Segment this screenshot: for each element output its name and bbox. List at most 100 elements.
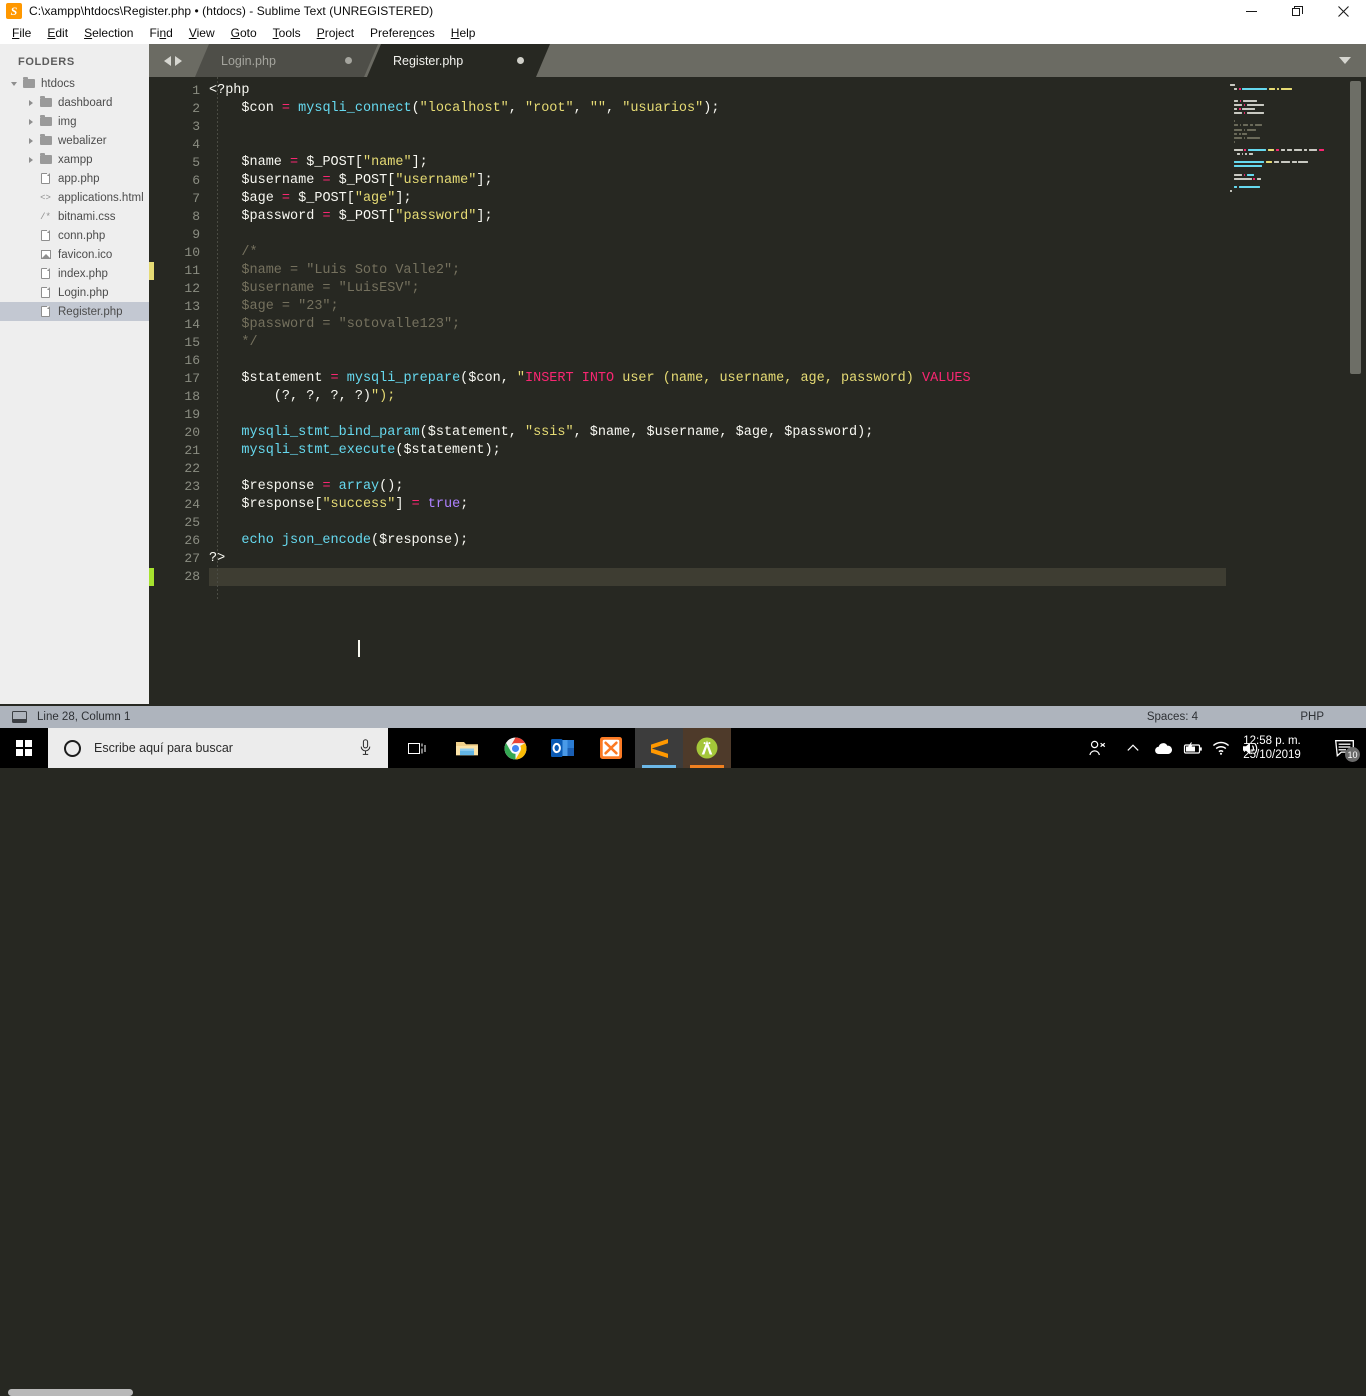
toggle-console-icon[interactable] xyxy=(12,711,27,723)
code-editor-area[interactable]: 1 2 3 4 5 6 7 8 9 10 11 12 13 14 15 16 17 18 19 20 21 22 23 24 2… xyxy=(149,77,1366,706)
next-tab-icon[interactable] xyxy=(175,55,182,66)
tab-dirty-indicator[interactable] xyxy=(517,57,524,64)
minimap-line xyxy=(1226,140,1344,143)
taskbar-sublime-text[interactable] xyxy=(635,728,683,768)
menu-item-find[interactable]: Find xyxy=(141,23,180,43)
source-code-text[interactable]: <?php $con = mysqli_connect("localhost",… xyxy=(209,82,971,586)
line-number: 19 xyxy=(184,407,200,422)
sidebar-folders-panel: FOLDERS htdocs dashboard img webalizer xampp… xyxy=(0,44,149,694)
line-number: 15 xyxy=(184,335,200,350)
chevron-right-icon[interactable] xyxy=(24,93,37,112)
battery-charging-icon xyxy=(1183,741,1202,754)
taskbar-search-box[interactable]: Escribe aquí para buscar xyxy=(48,728,388,768)
menu-item-goto[interactable]: Goto xyxy=(223,23,265,43)
menu-item-selection[interactable]: Selection xyxy=(76,23,141,43)
sidebar-item-label: img xyxy=(58,115,77,128)
taskbar-xampp[interactable] xyxy=(587,728,635,768)
menu-item-edit[interactable]: Edit xyxy=(39,23,76,43)
sidebar-horizontal-scrollbar[interactable] xyxy=(8,1389,133,1396)
sidebar-item-conn-php[interactable]: conn.php xyxy=(0,226,149,245)
menu-item-project[interactable]: Project xyxy=(309,23,362,43)
show-hidden-icons-button[interactable] xyxy=(1119,728,1147,768)
start-button[interactable] xyxy=(0,728,48,768)
sidebar-item-bitnami-css[interactable]: /* bitnami.css xyxy=(0,207,149,226)
tab-navigation-arrows[interactable] xyxy=(155,44,191,77)
chevron-right-icon[interactable] xyxy=(24,150,37,169)
taskbar-outlook[interactable] xyxy=(539,728,587,768)
tab-register-php[interactable]: Register.php xyxy=(367,44,550,77)
search-placeholder-text: Escribe aquí para buscar xyxy=(94,741,233,755)
prev-tab-icon[interactable] xyxy=(164,55,171,66)
code-line: $age = "23"; xyxy=(209,299,339,314)
editor-pane: Login.php Register.php 1 2 3 4 5 6 7 8 9 10 11 12 13… xyxy=(149,44,1366,706)
sidebar-item-index-php[interactable]: index.php xyxy=(0,264,149,283)
css-file-icon: /* xyxy=(40,211,51,222)
minimap-line xyxy=(1226,91,1344,94)
sidebar-item-xampp[interactable]: xampp xyxy=(0,150,149,169)
cortana-icon[interactable] xyxy=(64,739,81,757)
sidebar-item-htdocs[interactable]: htdocs xyxy=(0,74,149,93)
sidebar-item-webalizer[interactable]: webalizer xyxy=(0,131,149,150)
minimap[interactable] xyxy=(1226,77,1344,706)
minimap-line xyxy=(1226,169,1344,172)
menu-item-preferences[interactable]: Preferences xyxy=(362,23,443,43)
chevron-down-icon[interactable] xyxy=(7,74,20,93)
file-icon xyxy=(37,302,54,321)
taskbar-google-chrome[interactable] xyxy=(491,728,539,768)
tray-people-icon[interactable] xyxy=(1080,728,1114,768)
minimap-line xyxy=(1226,87,1344,90)
line-number: 5 xyxy=(192,155,200,170)
editor-vertical-scroll-track[interactable] xyxy=(1344,77,1366,706)
menu-item-help[interactable]: Help xyxy=(443,23,484,43)
taskbar-android-studio[interactable] xyxy=(683,728,731,768)
sidebar-item-img[interactable]: img xyxy=(0,112,149,131)
status-syntax-mode[interactable]: PHP xyxy=(1300,711,1324,723)
editor-vertical-scrollbar[interactable] xyxy=(1350,81,1361,374)
minimap-line xyxy=(1226,177,1344,180)
tab-login-php[interactable]: Login.php xyxy=(195,44,378,77)
file-icon xyxy=(37,169,54,188)
taskbar-clock[interactable]: 12:58 p. m. 25/10/2019 xyxy=(1226,728,1318,768)
sidebar-item-register-php[interactable]: Register.php xyxy=(0,302,149,321)
code-line: mysqli_stmt_bind_param($statement, "ssis… xyxy=(241,425,874,440)
tab-overflow-menu-button[interactable] xyxy=(1332,44,1358,77)
chevron-right-icon[interactable] xyxy=(24,112,37,131)
sidebar-item-dashboard[interactable]: dashboard xyxy=(0,93,149,112)
line-number: 9 xyxy=(192,227,200,242)
status-indentation[interactable]: Spaces: 4 xyxy=(1147,711,1198,723)
battery-icon[interactable] xyxy=(1178,728,1206,768)
status-line-column[interactable]: Line 28, Column 1 xyxy=(37,711,130,723)
menu-item-view[interactable]: View xyxy=(181,23,223,43)
microphone-icon[interactable] xyxy=(360,739,371,756)
minimap-line xyxy=(1226,120,1344,123)
sidebar-item-login-php[interactable]: Login.php xyxy=(0,283,149,302)
sidebar-scroll-track[interactable] xyxy=(0,694,149,1396)
chevron-right-icon[interactable] xyxy=(24,131,37,150)
taskbar-file-explorer[interactable] xyxy=(443,728,491,768)
minimap-line xyxy=(1226,124,1344,127)
code-line: $response["success"] = true; xyxy=(241,497,469,512)
menu-item-tools[interactable]: Tools xyxy=(265,23,309,43)
task-view-button[interactable] xyxy=(398,728,436,768)
sidebar-item-applications-html[interactable]: <> applications.html xyxy=(0,188,149,207)
sidebar-item-label: htdocs xyxy=(41,77,75,90)
tab-dirty-indicator[interactable] xyxy=(345,57,352,64)
sidebar-item-favicon-ico[interactable]: favicon.ico xyxy=(0,245,149,264)
sidebar-item-label: favicon.ico xyxy=(58,248,113,261)
maximize-button[interactable] xyxy=(1274,0,1320,22)
minimize-button[interactable] xyxy=(1228,0,1274,22)
menu-item-file[interactable]: File xyxy=(4,23,39,43)
notification-center-button[interactable]: 10 xyxy=(1322,728,1366,768)
close-button[interactable] xyxy=(1320,0,1366,22)
sidebar-item-label: applications.html xyxy=(58,191,144,204)
code-line: echo json_encode($response); xyxy=(241,533,469,548)
sidebar-item-app-php[interactable]: app.php xyxy=(0,169,149,188)
onedrive-icon[interactable] xyxy=(1149,728,1177,768)
code-line: <?php xyxy=(209,83,250,98)
